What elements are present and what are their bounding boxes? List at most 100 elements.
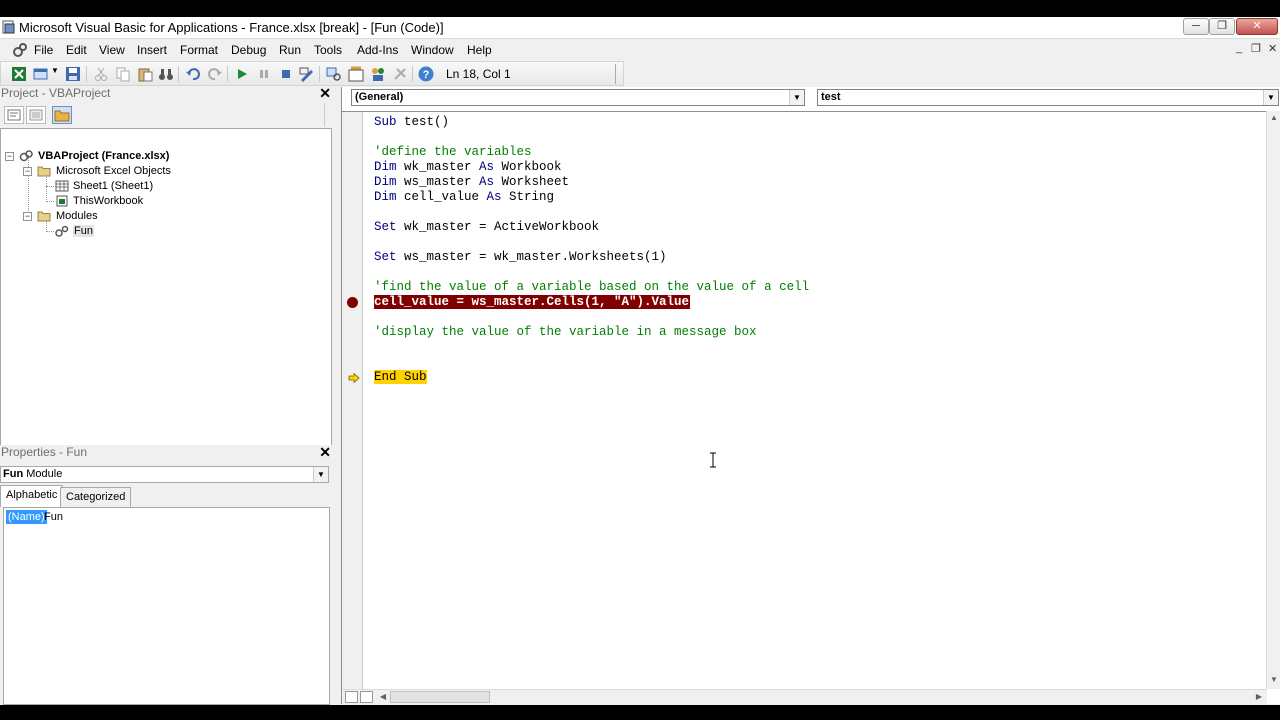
properties-window-icon[interactable] [348, 66, 364, 82]
scroll-right-icon[interactable]: ▶ [1252, 690, 1266, 704]
code-line[interactable]: Dim ws_master As Worksheet [374, 175, 569, 190]
find-icon[interactable] [158, 66, 174, 82]
code-line[interactable]: Sub test() [374, 115, 449, 130]
code-line[interactable]: Dim cell_value As String [374, 190, 554, 205]
menu-add-ins[interactable]: Add-Ins [357, 43, 398, 57]
menu-format[interactable]: Format [180, 43, 218, 57]
mdi-restore-button[interactable]: ❐ [1251, 42, 1261, 55]
object-combo-value: (General) [355, 91, 404, 103]
menu-file[interactable]: File [34, 43, 53, 57]
redo-icon[interactable] [207, 66, 223, 82]
chevron-down-icon[interactable]: ▼ [789, 90, 804, 105]
paste-icon[interactable] [137, 66, 153, 82]
chevron-down-icon[interactable]: ▼ [1263, 90, 1278, 105]
code-comment-line[interactable]: 'display the value of the variable in a … [374, 325, 757, 340]
toolbar-grip[interactable] [615, 64, 623, 84]
collapse-icon[interactable]: − [23, 167, 32, 176]
menu-window[interactable]: Window [411, 43, 454, 57]
code-text: Workbook [494, 160, 562, 174]
collapse-icon[interactable]: − [5, 152, 14, 161]
scroll-down-icon[interactable]: ▼ [1267, 673, 1280, 687]
toolbar-separator [178, 66, 179, 82]
view-excel-icon[interactable] [11, 66, 27, 82]
code-text: wk_master [396, 160, 480, 174]
menu-tools[interactable]: Tools [314, 43, 342, 57]
mdi-minimize-button[interactable]: _ [1236, 42, 1242, 54]
code-vertical-scrollbar[interactable]: ▲ ▼ [1266, 111, 1280, 689]
menu-run[interactable]: Run [279, 43, 301, 57]
close-button[interactable]: ✕ [1236, 18, 1278, 35]
code-keyword: Sub [374, 115, 397, 129]
procedure-view-button[interactable] [345, 691, 358, 703]
menu-view[interactable]: View [99, 43, 125, 57]
toggle-folders-button[interactable] [52, 106, 72, 124]
window-title: Microsoft Visual Basic for Applications … [19, 20, 444, 35]
code-comment-line[interactable]: 'find the value of a variable based on t… [374, 280, 809, 295]
code-text: ws_master = wk_master.Worksheets(1) [396, 250, 667, 264]
undo-icon[interactable] [185, 66, 201, 82]
tree-label-thisworkbook: ThisWorkbook [73, 195, 144, 207]
project-tree: − VBAProject (France.xlsx) − Microsoft E… [0, 128, 332, 455]
code-line[interactable]: Set ws_master = wk_master.Worksheets(1) [374, 250, 667, 265]
code-line-current[interactable]: End Sub [374, 370, 427, 385]
procedure-combo[interactable]: test ▼ [817, 89, 1279, 106]
vbaproject-icon [19, 150, 33, 162]
horizontal-scroll-thumb[interactable] [390, 691, 490, 703]
menu-edit[interactable]: Edit [66, 43, 87, 57]
reset-icon[interactable] [278, 66, 294, 82]
save-icon[interactable] [65, 66, 81, 82]
properties-panel-header: Properties - Fun ✕ [0, 445, 334, 461]
code-editor[interactable]: Sub test() 'define the variables Dim wk_… [342, 111, 1267, 690]
view-code-button[interactable] [4, 106, 24, 124]
insert-userform-icon[interactable] [33, 66, 49, 82]
view-code-icon [7, 109, 21, 121]
tab-categorized[interactable]: Categorized [60, 487, 132, 507]
properties-object-type: Module [26, 468, 63, 480]
tree-label-sheet1: Sheet1 (Sheet1) [73, 180, 154, 192]
object-browser-icon[interactable] [370, 66, 386, 82]
menu-help[interactable]: Help [467, 43, 492, 57]
help-icon[interactable]: ? [418, 66, 434, 82]
design-mode-icon[interactable] [299, 66, 315, 82]
code-comment-line[interactable]: 'define the variables [374, 145, 532, 160]
property-value[interactable]: Fun [44, 510, 63, 524]
code-line[interactable]: Set wk_master = ActiveWorkbook [374, 220, 599, 235]
full-module-view-button[interactable] [360, 691, 373, 703]
scroll-left-icon[interactable]: ◀ [376, 690, 390, 704]
menu-insert[interactable]: Insert [137, 43, 167, 57]
cut-icon[interactable] [93, 66, 109, 82]
project-explorer-icon[interactable] [326, 66, 342, 82]
maximize-button[interactable]: ❐ [1209, 18, 1235, 35]
toolbox-icon[interactable] [392, 66, 408, 82]
run-icon[interactable] [234, 66, 250, 82]
menu-bar: File Edit View Insert Format Debug Run T… [0, 39, 1280, 61]
toolbar-separator [412, 66, 413, 82]
module-window-icon[interactable] [12, 42, 28, 58]
code-text: test() [396, 115, 450, 129]
scroll-up-icon[interactable]: ▲ [1267, 111, 1280, 125]
collapse-icon[interactable]: − [23, 212, 32, 221]
procedure-combo-value: test [821, 91, 841, 103]
breakpoint-icon[interactable] [347, 297, 358, 308]
properties-panel-close-button[interactable]: ✕ [319, 445, 331, 459]
object-combo[interactable]: (General) ▼ [351, 89, 805, 106]
code-line-breakpoint[interactable]: cell_value = ws_master.Cells(1, "A").Val… [374, 295, 691, 310]
view-object-button[interactable] [26, 106, 46, 124]
copy-icon[interactable] [115, 66, 131, 82]
project-toolbar-scroll[interactable] [324, 103, 334, 127]
code-margin[interactable] [342, 112, 363, 690]
module-icon [55, 225, 69, 237]
tab-alphabetic[interactable]: Alphabetic [0, 485, 64, 507]
project-panel-close-button[interactable]: ✕ [319, 86, 331, 100]
folder-icon [37, 166, 51, 177]
break-icon[interactable] [256, 66, 272, 82]
minimize-button[interactable]: ─ [1183, 18, 1209, 35]
mdi-close-button[interactable]: ✕ [1268, 42, 1277, 55]
menu-debug[interactable]: Debug [231, 43, 266, 57]
code-window: (General) ▼ test ▼ Sub test() 'define th… [341, 87, 1280, 704]
code-horizontal-scrollbar[interactable]: ◀ ▶ [342, 689, 1267, 704]
code-line[interactable]: Dim wk_master As Workbook [374, 160, 562, 175]
title-bar: Microsoft Visual Basic for Applications … [0, 17, 1280, 39]
properties-object-select[interactable]: Fun Module ▼ [0, 466, 329, 483]
chevron-down-icon[interactable]: ▼ [313, 467, 328, 482]
